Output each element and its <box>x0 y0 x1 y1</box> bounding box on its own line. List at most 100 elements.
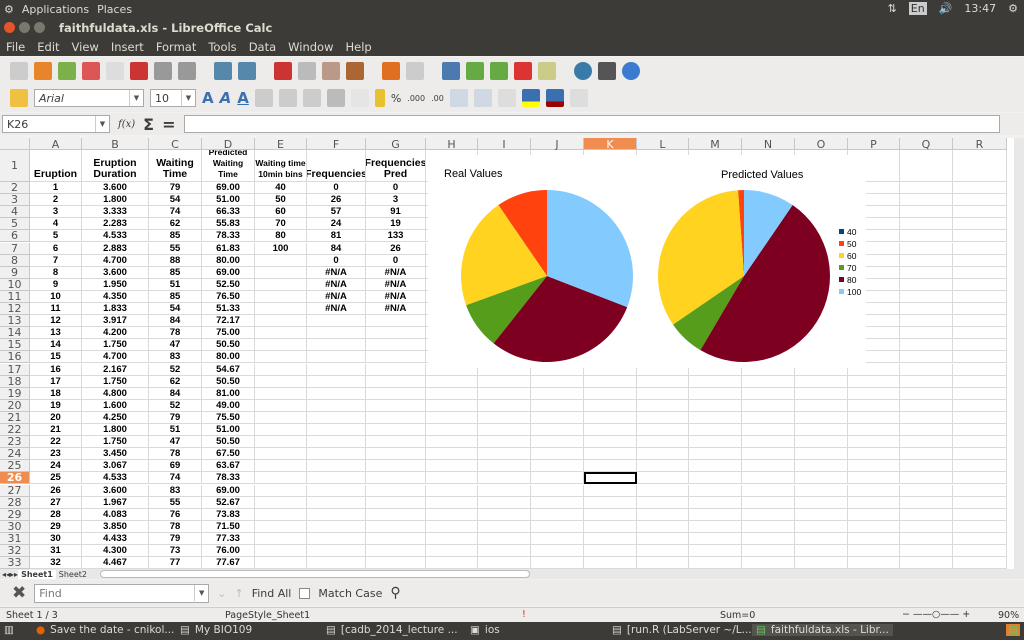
cell[interactable] <box>255 545 307 558</box>
cell[interactable] <box>307 557 366 569</box>
cell[interactable] <box>900 557 953 569</box>
menu-view[interactable]: View <box>72 40 99 54</box>
cell[interactable]: 69.00 <box>202 266 255 279</box>
cell[interactable] <box>478 557 531 569</box>
column-header-R[interactable]: R <box>953 138 1007 151</box>
cell[interactable] <box>637 399 689 412</box>
cell[interactable] <box>366 424 426 437</box>
cell[interactable]: 78.33 <box>202 472 255 485</box>
cell[interactable] <box>478 508 531 521</box>
cell[interactable] <box>531 545 584 558</box>
cell[interactable]: 4.083 <box>82 508 149 521</box>
cell[interactable] <box>953 496 1007 509</box>
taskbar-item[interactable]: ▤ [cadb_2014_lecture ... <box>326 624 458 636</box>
row-header-27[interactable]: 27 <box>0 484 30 497</box>
cell[interactable] <box>953 472 1007 485</box>
chevron-down-icon[interactable]: ▼ <box>181 90 195 106</box>
cell[interactable] <box>531 496 584 509</box>
cell[interactable] <box>255 315 307 328</box>
cell[interactable]: 9 <box>30 278 82 291</box>
cell[interactable] <box>848 545 900 558</box>
cell[interactable]: 84 <box>149 387 202 400</box>
cut-icon[interactable] <box>274 61 292 80</box>
cell[interactable] <box>637 460 689 473</box>
cell[interactable]: 77 <box>149 557 202 569</box>
gallery-icon[interactable] <box>598 61 616 80</box>
cell[interactable] <box>848 520 900 533</box>
cell[interactable]: #N/A <box>307 290 366 303</box>
cell[interactable]: 50.50 <box>202 339 255 352</box>
cell[interactable]: 1.750 <box>82 436 149 449</box>
menu-window[interactable]: Window <box>288 40 333 54</box>
cell[interactable] <box>637 424 689 437</box>
chevron-down-icon[interactable]: ▼ <box>95 116 109 132</box>
gear-icon[interactable]: ⚙ <box>1008 2 1018 15</box>
cell[interactable]: 66.33 <box>202 206 255 219</box>
cell[interactable] <box>689 375 742 388</box>
cell[interactable] <box>637 484 689 497</box>
cell[interactable] <box>637 532 689 545</box>
cell[interactable] <box>478 484 531 497</box>
cell[interactable] <box>900 436 953 449</box>
cell[interactable]: 17 <box>30 375 82 388</box>
column-header-M[interactable]: M <box>689 138 742 151</box>
cell[interactable] <box>478 387 531 400</box>
cell[interactable]: #N/A <box>366 290 426 303</box>
cell[interactable]: 0 <box>307 182 366 195</box>
menu-edit[interactable]: Edit <box>37 40 59 54</box>
open-icon[interactable] <box>34 61 52 80</box>
cell[interactable] <box>531 436 584 449</box>
cell[interactable] <box>900 472 953 485</box>
cell[interactable] <box>307 484 366 497</box>
cell[interactable] <box>848 436 900 449</box>
cell[interactable]: 4.250 <box>82 411 149 424</box>
taskbar-item[interactable]: ▤ [run.R (LabServer ~/L... <box>612 624 752 636</box>
cell[interactable]: 50.50 <box>202 436 255 449</box>
cell[interactable] <box>637 557 689 569</box>
horizontal-scrollbar[interactable] <box>99 570 530 578</box>
cell[interactable] <box>953 351 1007 364</box>
sum-icon[interactable]: Σ <box>143 115 154 134</box>
cell[interactable] <box>255 399 307 412</box>
decrease-indent-icon[interactable] <box>449 89 468 107</box>
cell[interactable] <box>900 460 953 473</box>
cell[interactable]: 4.350 <box>82 290 149 303</box>
cell[interactable] <box>953 508 1007 521</box>
cell[interactable]: 77.67 <box>202 557 255 569</box>
zoom-level[interactable]: 90% <box>998 610 1019 621</box>
cell[interactable]: 26 <box>307 194 366 207</box>
cell[interactable] <box>255 254 307 267</box>
cell[interactable] <box>742 508 795 521</box>
cell[interactable] <box>848 387 900 400</box>
cell[interactable] <box>689 460 742 473</box>
cell[interactable]: 10 <box>30 290 82 303</box>
cell[interactable] <box>742 460 795 473</box>
cell[interactable] <box>848 375 900 388</box>
find-next-icon[interactable]: ⌄ <box>217 587 226 600</box>
cell[interactable] <box>795 532 848 545</box>
cell[interactable] <box>953 150 1007 182</box>
cell[interactable] <box>795 496 848 509</box>
cell[interactable]: 71.50 <box>202 520 255 533</box>
cell[interactable] <box>900 327 953 340</box>
cell[interactable] <box>637 411 689 424</box>
cell[interactable]: 3 <box>30 206 82 219</box>
cell[interactable]: 3.600 <box>82 484 149 497</box>
cell[interactable] <box>531 448 584 461</box>
cell[interactable]: 31 <box>30 545 82 558</box>
cell[interactable] <box>426 508 478 521</box>
cell[interactable] <box>900 520 953 533</box>
remove-decimal-icon[interactable]: .00 <box>431 94 444 103</box>
cell[interactable]: 25 <box>30 472 82 485</box>
keyboard-indicator[interactable]: En <box>908 2 927 15</box>
cell[interactable] <box>742 375 795 388</box>
cell[interactable] <box>366 436 426 449</box>
cell[interactable]: 3 <box>366 194 426 207</box>
cell[interactable] <box>584 436 637 449</box>
cell[interactable] <box>366 448 426 461</box>
cell[interactable]: 24 <box>307 218 366 231</box>
cell[interactable]: 76.50 <box>202 290 255 303</box>
cell[interactable] <box>426 484 478 497</box>
cell[interactable]: 6 <box>30 242 82 255</box>
cell[interactable]: 1.750 <box>82 339 149 352</box>
